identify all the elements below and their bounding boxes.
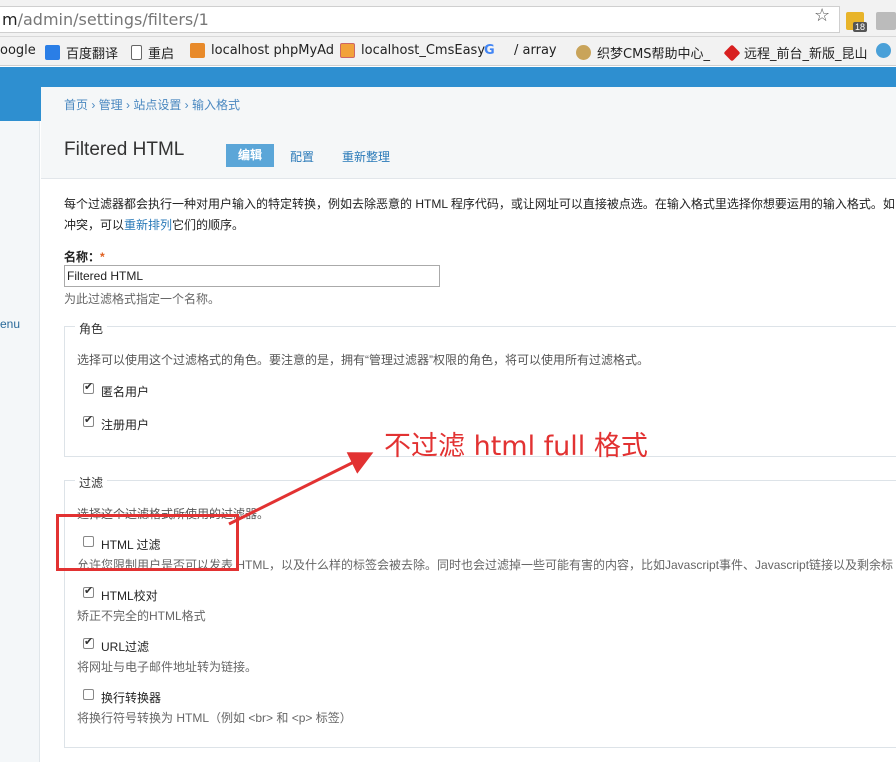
annotation-text: 不过滤 html full 格式	[384, 431, 648, 462]
annotation-arrow-icon	[228, 452, 374, 526]
